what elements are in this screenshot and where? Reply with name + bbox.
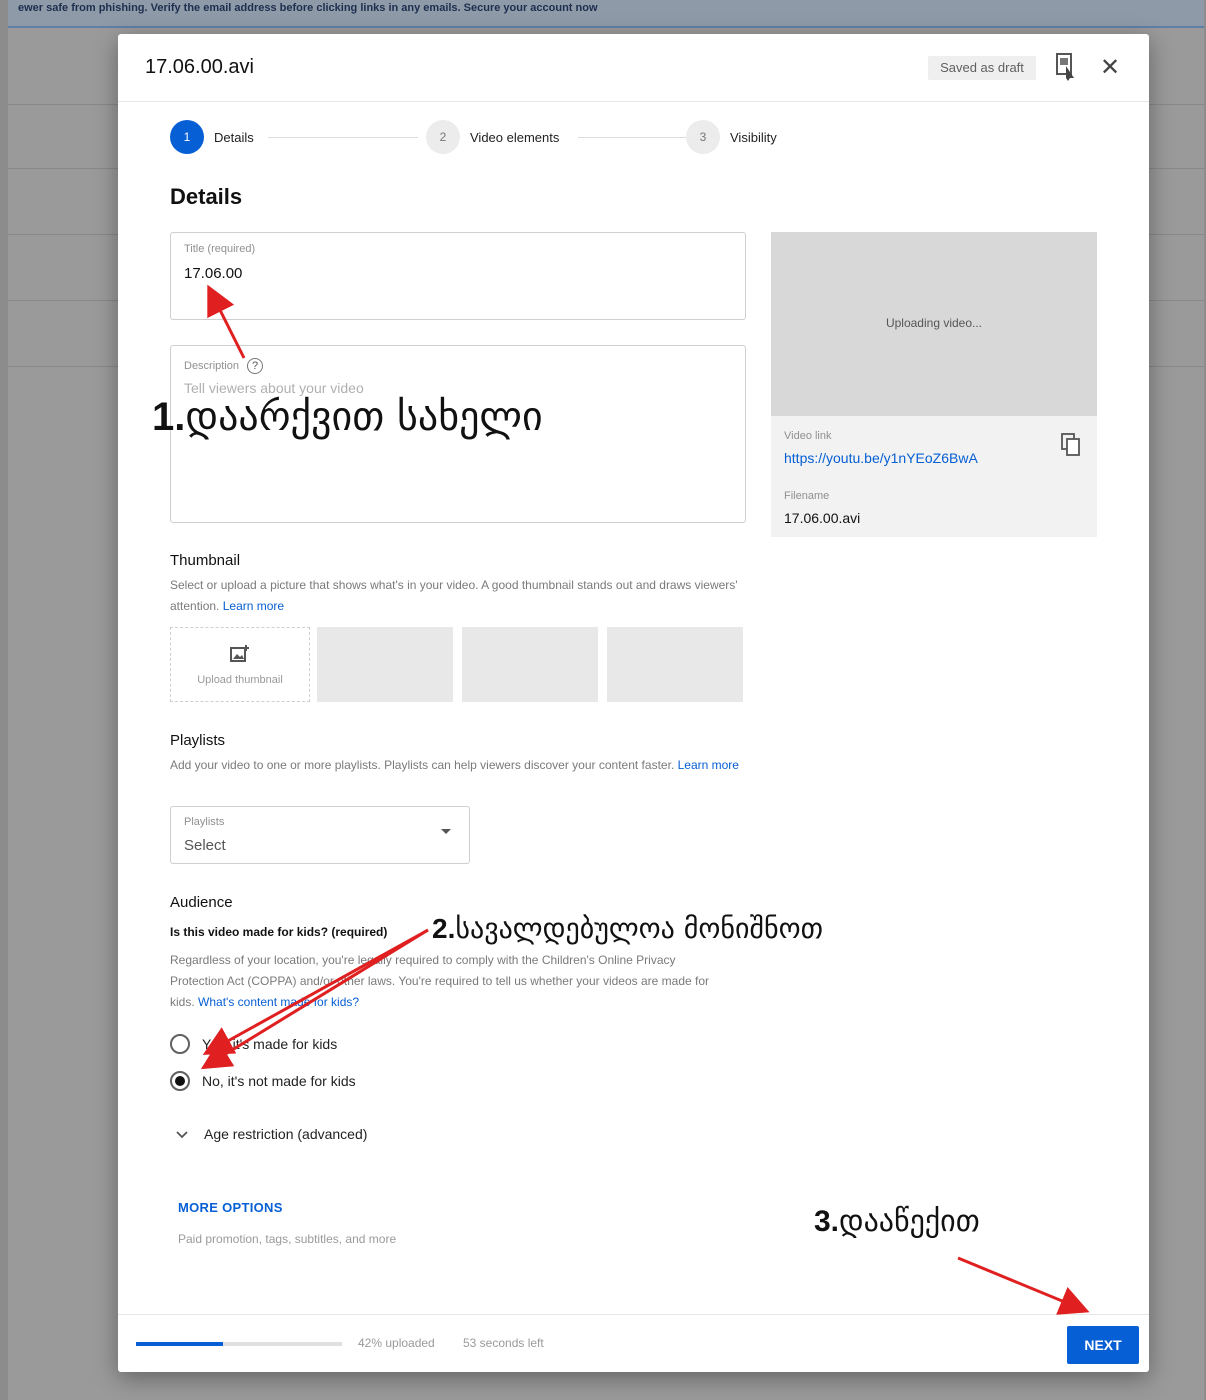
step-number: 1 <box>170 120 204 154</box>
step-details[interactable]: 1 Details <box>170 120 254 154</box>
dialog-title: 17.06.00.avi <box>145 56 254 78</box>
step-visibility[interactable]: 3 Visibility <box>686 120 777 154</box>
chevron-down-icon <box>176 1128 188 1140</box>
section-title: Details <box>170 184 243 209</box>
video-preview: Uploading video... <box>771 232 1097 416</box>
thumbnail-option[interactable] <box>607 627 743 702</box>
annotation-text: სავალდებულოა მონიშნოთ <box>455 912 824 945</box>
title-field-label: Title (required) <box>184 243 256 255</box>
dropdown-arrow-icon <box>441 829 451 834</box>
age-restriction-label: Age restriction (advanced) <box>204 1126 368 1142</box>
stepper-connector <box>268 137 418 138</box>
upload-thumbnail-label: Upload thumbnail <box>197 674 283 686</box>
dialog-footer: 42% uploaded 53 seconds left NEXT <box>118 1314 1149 1372</box>
title-field-value[interactable]: 17.06.00 <box>184 265 242 282</box>
annotation-number: 1. <box>152 395 186 439</box>
annotation-text: დააწექით <box>839 1204 980 1239</box>
description-field-label: Description <box>184 359 240 372</box>
step-label: Visibility <box>730 129 777 145</box>
feedback-icon[interactable] <box>1054 52 1078 82</box>
upload-thumbnail-button[interactable]: Upload thumbnail <box>170 627 310 702</box>
annotation-1: 1.დაარქვით სახელი <box>152 394 543 440</box>
audience-heading: Audience <box>170 894 233 911</box>
made-for-kids-question: Is this video made for kids? (required) <box>170 925 388 939</box>
upload-stepper: 1 Details 2 Video elements 3 Visibility <box>168 120 777 154</box>
thumbnail-learn-more-link[interactable]: Learn more <box>223 599 284 613</box>
radio-made-for-kids[interactable]: Yes, it's made for kids <box>170 1032 337 1056</box>
filename-value: 17.06.00.avi <box>784 510 861 526</box>
security-banner: ewer safe from phishing. Verify the emai… <box>8 0 1204 28</box>
close-icon[interactable]: ✕ <box>1098 54 1122 82</box>
playlists-description-text: Add your video to one or more playlists.… <box>170 758 675 772</box>
upload-dialog: 17.06.00.avi Saved as draft ✕ 1 Details … <box>118 34 1149 1372</box>
step-label: Video elements <box>470 129 560 145</box>
step-label: Details <box>214 129 254 145</box>
video-link[interactable]: https://youtu.be/y1nYEoZ6BwA <box>784 450 978 466</box>
radio-not-made-for-kids[interactable]: No, it's not made for kids <box>170 1069 356 1093</box>
playlists-heading: Playlists <box>170 732 226 749</box>
radio-button[interactable] <box>170 1034 190 1054</box>
more-options-button[interactable]: MORE OPTIONS <box>178 1200 283 1215</box>
next-button[interactable]: NEXT <box>1067 1326 1139 1364</box>
playlists-select[interactable]: Playlists Select <box>170 806 470 864</box>
radio-label: Yes, it's made for kids <box>202 1036 338 1052</box>
help-icon[interactable]: ? <box>247 358 264 374</box>
audience-description: Regardless of your location, you're lega… <box>170 950 730 1013</box>
copy-icon[interactable] <box>1059 432 1083 458</box>
playlists-learn-more-link[interactable]: Learn more <box>678 758 739 772</box>
playlists-description: Add your video to one or more playlists.… <box>170 755 750 776</box>
radio-button-checked[interactable] <box>170 1071 190 1091</box>
annotation-2: 2.სავალდებულოა მონიშნოთ <box>432 912 823 945</box>
thumbnail-option[interactable] <box>317 627 453 702</box>
annotation-text: დაარქვით სახელი <box>185 394 543 440</box>
filename-label: Filename <box>784 490 830 502</box>
step-number: 2 <box>426 120 460 154</box>
annotation-number: 2. <box>432 913 456 944</box>
annotation-3: 3.დააწექით <box>814 1204 980 1239</box>
dialog-header: 17.06.00.avi Saved as draft ✕ <box>118 34 1149 102</box>
stepper-connector <box>578 137 686 138</box>
upload-progress-bar <box>136 1342 342 1346</box>
title-field[interactable]: Title (required) 17.06.00 <box>170 232 746 320</box>
video-preview-panel: Uploading video... Video link https://yo… <box>771 232 1097 537</box>
thumbnail-description: Select or upload a picture that shows wh… <box>170 575 750 617</box>
step-video-elements[interactable]: 2 Video elements <box>426 120 559 154</box>
description-field-label-row: Description? <box>184 358 264 374</box>
thumbnail-option[interactable] <box>462 627 598 702</box>
uploading-status: Uploading video... <box>885 316 983 330</box>
radio-label: No, it's not made for kids <box>202 1073 356 1089</box>
annotation-number: 3. <box>814 1205 840 1238</box>
step-number: 3 <box>686 120 720 154</box>
made-for-kids-link[interactable]: What's content made for kids? <box>198 995 359 1009</box>
thumbnail-heading: Thumbnail <box>170 552 241 569</box>
security-banner-text: ewer safe from phishing. Verify the emai… <box>18 2 598 14</box>
playlists-select-value: Select <box>184 837 226 854</box>
saved-status-badge: Saved as draft <box>928 56 1036 80</box>
age-restriction-toggle[interactable]: Age restriction (advanced) <box>176 1126 367 1142</box>
video-link-label: Video link <box>784 430 832 442</box>
upload-time-left: 53 seconds left <box>463 1336 544 1350</box>
upload-status: 42% uploaded <box>358 1336 435 1350</box>
more-options-description: Paid promotion, tags, subtitles, and mor… <box>178 1232 397 1246</box>
add-photo-icon <box>229 644 251 664</box>
playlists-select-label: Playlists <box>184 816 225 828</box>
upload-progress-fill <box>136 1342 223 1346</box>
